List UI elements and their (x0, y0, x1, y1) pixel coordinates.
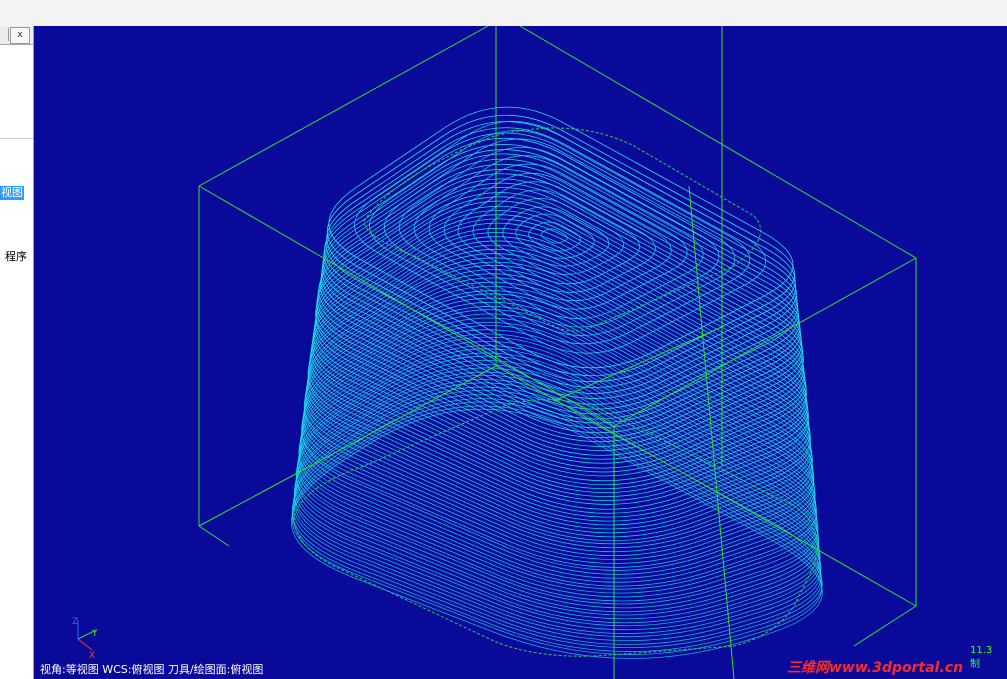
toolpath-contours (291, 106, 823, 659)
close-button[interactable]: x (10, 27, 30, 44)
graphics-viewport[interactable]: Y X Z 视角:等视图 WCS:俯视图 刀具/绘图面:俯视图 11.3 制 三… (34, 26, 1007, 679)
panel-header: x (0, 26, 33, 45)
view-status-text: 视角:等视图 WCS:俯视图 刀具/绘图面:俯视图 (40, 663, 264, 676)
axis-x-label: X (89, 651, 95, 661)
panel-divider (0, 138, 33, 139)
tree-item-view[interactable]: 视图 (0, 186, 24, 200)
site-watermark: 三维网www.3dportal.cn (787, 660, 964, 676)
top-face-contour (428, 163, 688, 310)
toolpath-scene: Y X Z (72, 26, 917, 679)
top-face-contour (398, 146, 720, 328)
operations-manager-panel: x 视图 程序 (0, 26, 34, 679)
toolpath-layer (326, 114, 795, 377)
axis-triad-icon: Y X Z (72, 617, 98, 661)
top-toolbar (0, 0, 1007, 27)
readout-label: 制 (970, 659, 980, 670)
axis-z-label: Z (72, 617, 78, 627)
toolpath-layer (316, 186, 804, 447)
toolpath-layer (328, 106, 794, 369)
axis-y-label: Y (91, 629, 98, 639)
coordinate-readout: 11.3 (970, 645, 993, 656)
tree-item-program[interactable]: 程序 (5, 250, 27, 264)
toolpath-layer (301, 317, 816, 571)
pin-icon[interactable] (0, 28, 9, 41)
